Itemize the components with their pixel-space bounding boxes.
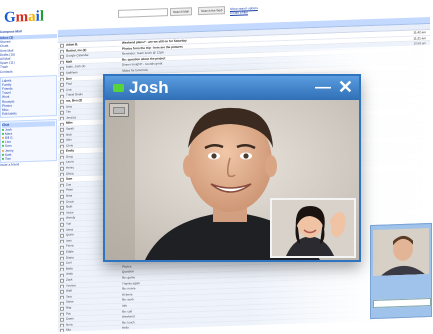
minimize-icon[interactable]: — <box>315 80 331 96</box>
logo-letter: G <box>4 9 16 26</box>
invite-friend-link[interactable]: Invite a friend <box>0 161 57 167</box>
remote-video-feed <box>105 100 359 260</box>
search-web-button[interactable]: Search the Web <box>198 6 226 16</box>
close-icon[interactable]: ✕ <box>338 78 353 96</box>
mini-chat-input[interactable] <box>373 297 431 308</box>
presence-status-icon <box>2 140 4 144</box>
chat-contact-item[interactable]: Tom <box>2 155 55 161</box>
video-options-button[interactable] <box>109 103 129 117</box>
chat-contact-label: Tom <box>5 156 12 161</box>
video-chat-window[interactable]: Josh — ✕ <box>103 74 361 262</box>
presence-status-icon <box>2 128 4 131</box>
sidebar-folder-item[interactable]: Contacts <box>0 68 57 74</box>
mini-video-chat[interactable] <box>370 222 432 320</box>
self-view-image <box>272 200 354 256</box>
video-chat-titlebar[interactable]: Josh — ✕ <box>105 76 359 100</box>
presence-status-icon <box>2 136 4 139</box>
presence-status-icon <box>2 153 4 156</box>
message-date: Mar 1 <box>418 320 426 326</box>
label-list: Family Friends Travel Work Receipts Photos Mis… <box>2 81 55 116</box>
compose-mail-button[interactable]: Compose Mail <box>0 28 57 34</box>
search-mail-button[interactable]: Search Mail <box>170 7 192 17</box>
video-chat-contact-name: Josh <box>129 78 169 97</box>
chat-box: Chat Josh Mara Bill G. Lisa Sam Jenny Kate Tom <box>0 119 57 164</box>
self-view-video <box>270 198 356 258</box>
mini-video-feed <box>373 228 429 276</box>
logo-letter: l <box>39 8 45 25</box>
message-sender: Mia <box>66 327 71 332</box>
search-input[interactable] <box>118 8 168 18</box>
chat-contact-list: Josh Mara Bill G. Lisa Sam Jenny Kate Tom <box>2 126 55 161</box>
presence-status-icon <box>2 157 4 160</box>
video-camera-status-icon <box>113 84 124 92</box>
message-date: 11:42 am <box>413 30 426 35</box>
presence-status-icon <box>2 132 4 135</box>
labels-box: Labels Family Friends Travel Work Receipts Ph… <box>0 74 57 119</box>
create-filter-link[interactable]: Create a filter <box>230 10 248 15</box>
sidebar: Compose Mail Inbox (3) Starred Chats Sent M… <box>0 28 57 330</box>
message-date: 11:21 am <box>413 35 426 41</box>
message-checkbox[interactable] <box>60 329 64 334</box>
sidebar-label-item[interactable]: Edit labels <box>2 110 55 117</box>
presence-status-icon <box>2 145 4 148</box>
logo-letter: a <box>28 8 36 26</box>
mini-video-image <box>373 228 429 276</box>
folder-list: Inbox (3) Starred Chats Sent Mail Drafts (16… <box>0 34 57 74</box>
logo-letter: m <box>15 9 29 26</box>
gmail-logo[interactable]: Gmail <box>4 8 44 26</box>
presence-status-icon <box>2 149 4 152</box>
